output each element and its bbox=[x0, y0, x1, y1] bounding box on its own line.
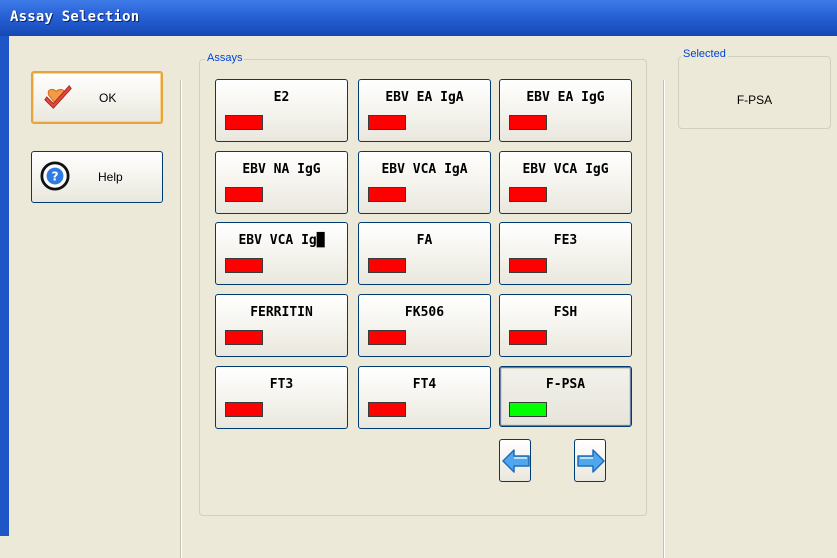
help-button[interactable]: ? Help bbox=[31, 151, 163, 203]
assay-name: F-PSA bbox=[545, 377, 586, 392]
assay-status-indicator bbox=[368, 187, 406, 202]
assay-status-indicator bbox=[509, 402, 547, 417]
selected-group: F-PSA bbox=[678, 56, 831, 129]
arrow-left-icon bbox=[502, 449, 530, 473]
assay-button[interactable]: EBV NA IgG bbox=[215, 151, 348, 214]
assay-name: EBV NA IgG bbox=[242, 162, 321, 177]
assay-name: FE3 bbox=[553, 233, 578, 248]
assay-status-indicator bbox=[225, 187, 263, 202]
assay-name: FSH bbox=[553, 305, 578, 320]
assay-status-indicator bbox=[368, 115, 406, 130]
assay-name: FK506 bbox=[404, 305, 445, 320]
right-separator bbox=[663, 80, 665, 558]
selected-group-label: Selected bbox=[681, 48, 728, 60]
assay-name: FA bbox=[416, 233, 433, 248]
assay-button[interactable]: F-PSA bbox=[499, 366, 632, 427]
ok-check-icon bbox=[44, 84, 72, 109]
assay-button[interactable]: EBV VCA Ig█ bbox=[215, 222, 348, 285]
svg-text:?: ? bbox=[51, 170, 58, 184]
assay-button[interactable]: EBV EA IgG bbox=[499, 79, 632, 142]
assay-status-indicator bbox=[509, 187, 547, 202]
next-page-button[interactable] bbox=[574, 439, 606, 482]
assay-status-indicator bbox=[225, 330, 263, 345]
assay-button[interactable]: FSH bbox=[499, 294, 632, 357]
assay-button[interactable]: E2 bbox=[215, 79, 348, 142]
ok-label: OK bbox=[99, 91, 117, 105]
assay-button[interactable]: EBV VCA IgG bbox=[499, 151, 632, 214]
window-title: Assay Selection bbox=[10, 9, 140, 25]
assays-group-label: Assays bbox=[205, 52, 245, 64]
assay-status-indicator bbox=[225, 115, 263, 130]
assay-button[interactable]: FERRITIN bbox=[215, 294, 348, 357]
prev-page-button[interactable] bbox=[499, 439, 531, 482]
assay-name: FT4 bbox=[412, 377, 437, 392]
assay-button[interactable]: FA bbox=[358, 222, 491, 285]
assay-name: EBV EA IgA bbox=[385, 90, 464, 105]
assay-status-indicator bbox=[509, 115, 547, 130]
ok-button[interactable]: OK bbox=[31, 71, 163, 124]
arrow-right-icon bbox=[577, 449, 605, 473]
assay-name: EBV VCA Ig█ bbox=[238, 233, 325, 248]
assay-button[interactable]: EBV EA IgA bbox=[358, 79, 491, 142]
assay-button[interactable]: FE3 bbox=[499, 222, 632, 285]
assay-name: EBV EA IgG bbox=[526, 90, 605, 105]
assay-status-indicator bbox=[368, 330, 406, 345]
assay-name: EBV VCA IgA bbox=[381, 162, 468, 177]
assay-button[interactable]: EBV VCA IgA bbox=[358, 151, 491, 214]
window-frame-left bbox=[0, 36, 9, 536]
assay-status-indicator bbox=[225, 258, 263, 273]
left-separator bbox=[180, 80, 182, 558]
assay-name: FERRITIN bbox=[250, 305, 313, 320]
assay-name: FT3 bbox=[269, 377, 294, 392]
assay-status-indicator bbox=[368, 402, 406, 417]
assay-button[interactable]: FT4 bbox=[358, 366, 491, 429]
assay-status-indicator bbox=[509, 258, 547, 273]
dialog-client-area: OK ? Help Assays E2 EBV EA IgA EBV EA IgG E… bbox=[9, 36, 837, 558]
assay-name: E2 bbox=[273, 90, 290, 105]
help-question-icon: ? bbox=[40, 161, 70, 191]
assay-button[interactable]: FK506 bbox=[358, 294, 491, 357]
assay-name: EBV VCA IgG bbox=[522, 162, 609, 177]
selected-assay-value: F-PSA bbox=[736, 93, 773, 107]
title-bar: Assay Selection bbox=[0, 0, 837, 36]
help-label: Help bbox=[98, 170, 123, 184]
assay-status-indicator bbox=[225, 402, 263, 417]
assay-status-indicator bbox=[509, 330, 547, 345]
assay-status-indicator bbox=[368, 258, 406, 273]
assay-button[interactable]: FT3 bbox=[215, 366, 348, 429]
